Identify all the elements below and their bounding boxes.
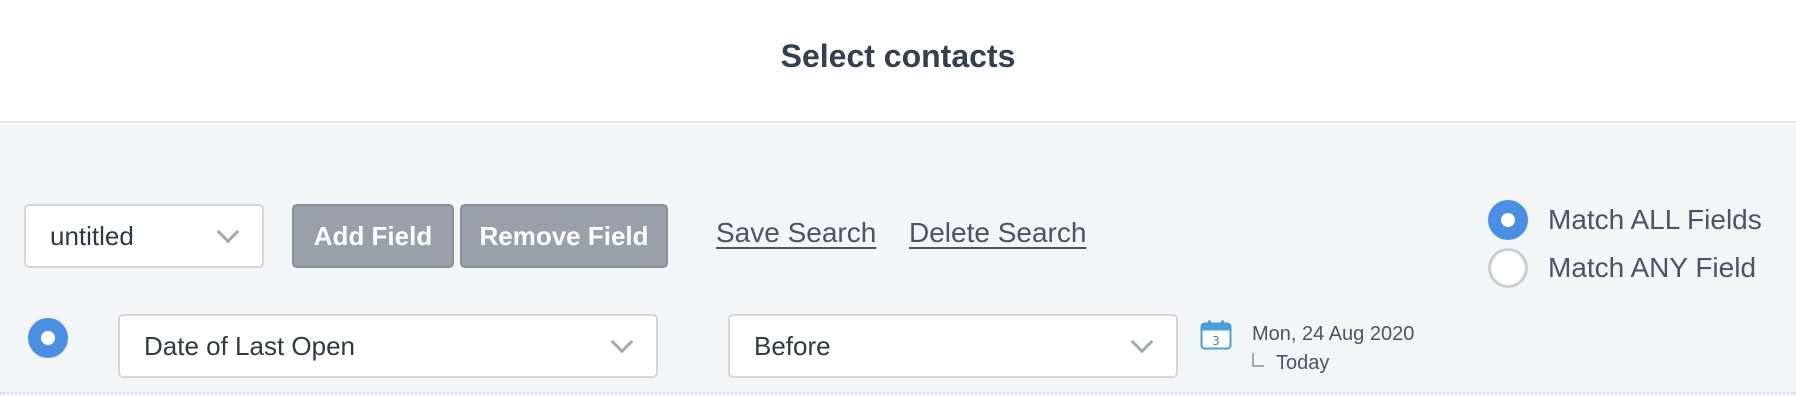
- match-any-radio[interactable]: [1488, 248, 1528, 288]
- row-divider: [0, 392, 1796, 394]
- match-all-option[interactable]: Match ALL Fields: [1488, 200, 1762, 240]
- match-all-radio[interactable]: [1488, 200, 1528, 240]
- field-select-value: Date of Last Open: [144, 330, 356, 361]
- match-any-label: Match ANY Field: [1548, 252, 1757, 283]
- remove-field-button[interactable]: Remove Field: [460, 204, 668, 268]
- tree-connector: [1252, 352, 1264, 367]
- match-all-label: Match ALL Fields: [1548, 204, 1762, 235]
- chevron-down-icon: [1130, 330, 1154, 354]
- delete-search-link[interactable]: Delete Search: [909, 217, 1086, 249]
- page-title: Select contacts: [780, 38, 1016, 74]
- page-header: Select contacts: [0, 0, 1796, 123]
- chevron-down-icon: [610, 330, 634, 354]
- calendar-day-number: 3: [1212, 334, 1220, 348]
- chevron-down-icon: [216, 220, 240, 244]
- calendar-icon[interactable]: 3: [1200, 320, 1232, 350]
- saved-search-value: untitled: [50, 220, 134, 251]
- save-search-link[interactable]: Save Search: [716, 217, 876, 249]
- saved-search-select[interactable]: untitled: [24, 204, 264, 268]
- today-label: Today: [1276, 352, 1330, 374]
- criteria-row-radio[interactable]: [28, 318, 68, 358]
- operator-select[interactable]: Before: [728, 314, 1178, 378]
- operator-select-value: Before: [754, 330, 831, 361]
- relative-date[interactable]: Today: [1252, 352, 1329, 375]
- field-select[interactable]: Date of Last Open: [118, 314, 658, 378]
- add-field-button[interactable]: Add Field: [292, 204, 454, 268]
- selected-date-text: Mon, 24 Aug 2020: [1252, 323, 1415, 345]
- match-any-option[interactable]: Match ANY Field: [1488, 248, 1756, 288]
